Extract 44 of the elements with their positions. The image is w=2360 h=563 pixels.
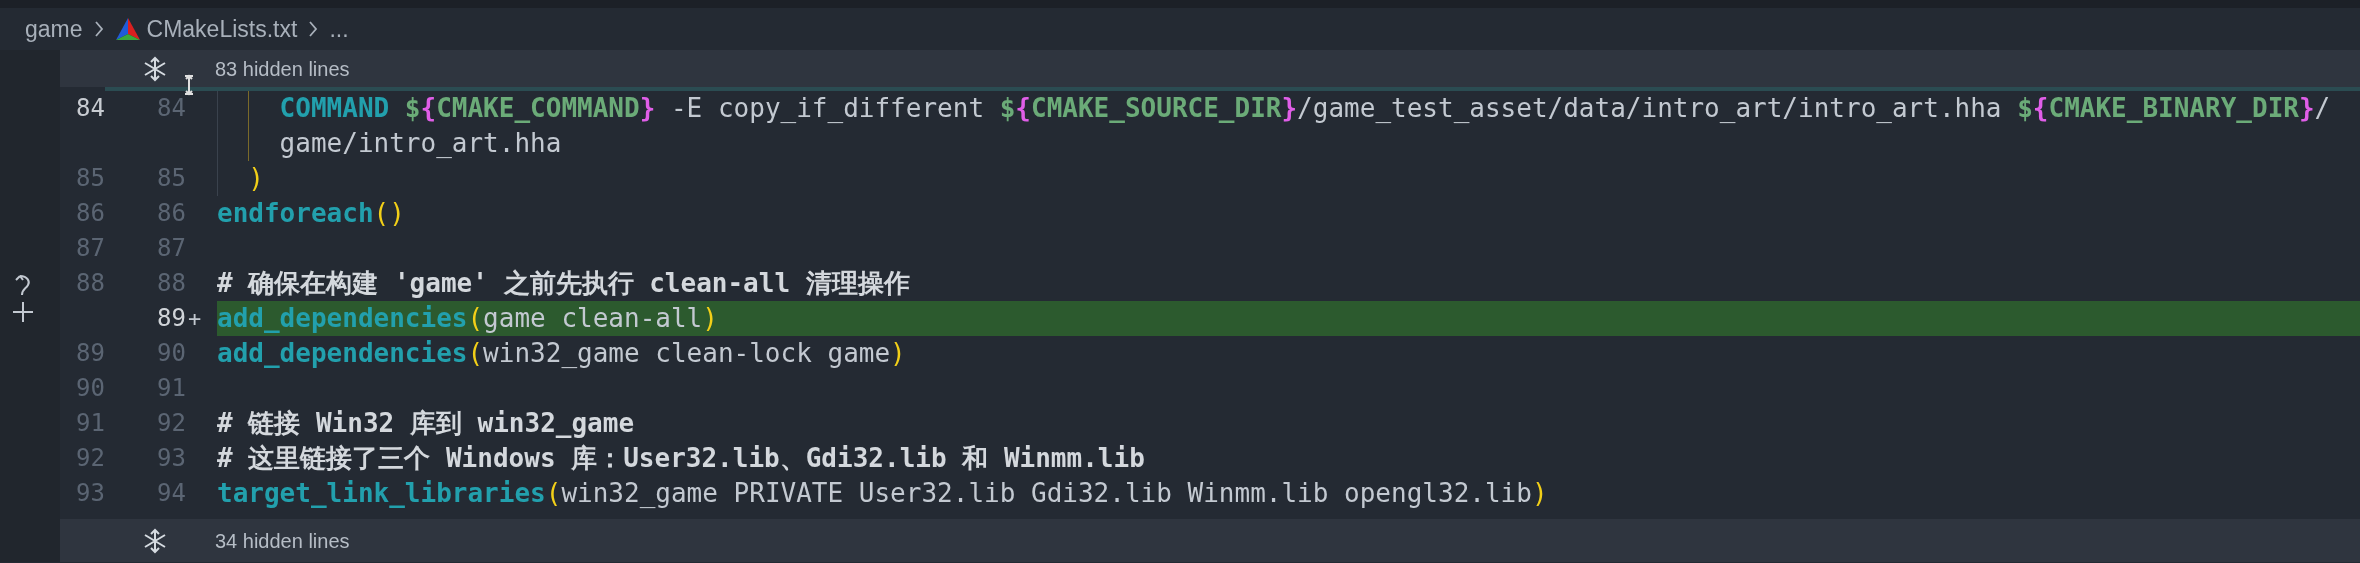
- code-comment: # 这里链接了三个 Windows 库：User32.lib、Gdi32.lib 和 Winmm.lib: [217, 443, 1145, 473]
- expand-icon[interactable]: [142, 527, 168, 554]
- line-number: 87: [75, 233, 105, 264]
- breadcrumb-item[interactable]: game: [25, 11, 83, 47]
- code-comment: # 确保在构建 'game' 之前先执行 clean-all 清理操作: [217, 268, 910, 298]
- expand-icon[interactable]: [142, 55, 168, 82]
- code-line: target_link_libraries(win32_game PRIVATE User32.lib Gdi32.lib Winmm.lib opengl32.lib): [217, 478, 1548, 508]
- line-number: 89: [75, 338, 105, 369]
- line-number: 93: [75, 478, 105, 509]
- triangle-file-icon: [114, 17, 141, 41]
- line-number: 84: [156, 93, 186, 124]
- text-cursor-icon: [183, 74, 195, 96]
- line-number: 84: [75, 93, 105, 124]
- breadcrumb-item[interactable]: CMakeLists.txt: [146, 11, 298, 47]
- hidden-lines-label[interactable]: 83 hidden lines: [215, 53, 350, 84]
- code-line: add_dependencies(win32_game clean-lock game): [217, 338, 906, 368]
- line-number: 85: [156, 163, 186, 194]
- code-line: game/intro_art.hha: [278, 128, 562, 158]
- line-number: 85: [75, 163, 105, 194]
- line-number: 90: [75, 373, 105, 404]
- added-marker: +: [187, 305, 202, 333]
- hidden-lines-label[interactable]: 34 hidden lines: [215, 525, 350, 556]
- line-number: 86: [156, 198, 186, 229]
- code-line: ): [247, 163, 264, 193]
- line-number: 90: [156, 338, 186, 369]
- chevron-icon: [92, 19, 105, 39]
- code-line: add_dependencies(game clean-all): [217, 303, 718, 333]
- line-number: 94: [156, 478, 186, 509]
- chevron-icon: [307, 19, 320, 39]
- line-number: 93: [156, 443, 186, 474]
- code-line: COMMAND ${CMAKE_COMMAND} -E copy_if_different ${CMAKE_SOURCE_DIR}/game_test_asset/data/intro_art/intro_art.hha ${CMAKE_BINARY_DIR}/: [278, 93, 2331, 123]
- line-number: 92: [156, 408, 186, 439]
- line-number: 92: [75, 443, 105, 474]
- code-line: endforeach(): [217, 198, 405, 228]
- line-number: 87: [156, 233, 186, 264]
- breadcrumb-more[interactable]: ...: [329, 11, 349, 47]
- line-number: 88: [156, 268, 186, 299]
- line-number: 91: [156, 373, 186, 404]
- line-number: 91: [75, 408, 105, 439]
- line-number: 88: [75, 268, 105, 299]
- plus-icon[interactable]: [12, 301, 34, 323]
- code-comment: # 链接 Win32 库到 win32_game: [217, 408, 635, 438]
- line-number: 89: [156, 303, 186, 334]
- line-number: 86: [75, 198, 105, 229]
